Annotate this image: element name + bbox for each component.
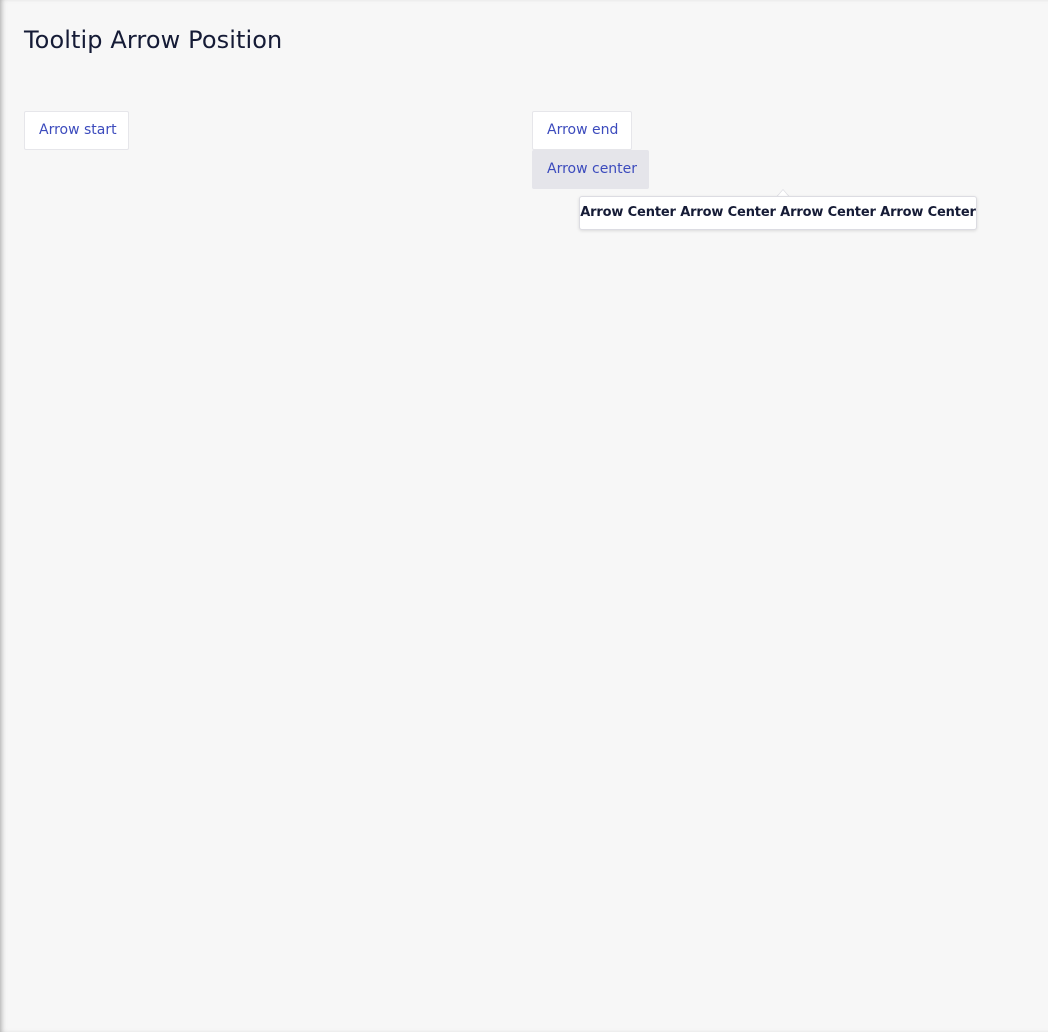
arrow-center-button[interactable]: Arrow center: [532, 150, 649, 189]
arrow-end-button[interactable]: Arrow end: [532, 111, 632, 150]
arrow-start-button[interactable]: Arrow start: [24, 111, 129, 150]
tooltip: Arrow Center Arrow Center Arrow Center A…: [579, 196, 977, 230]
page-title: Tooltip Arrow Position: [24, 26, 283, 54]
